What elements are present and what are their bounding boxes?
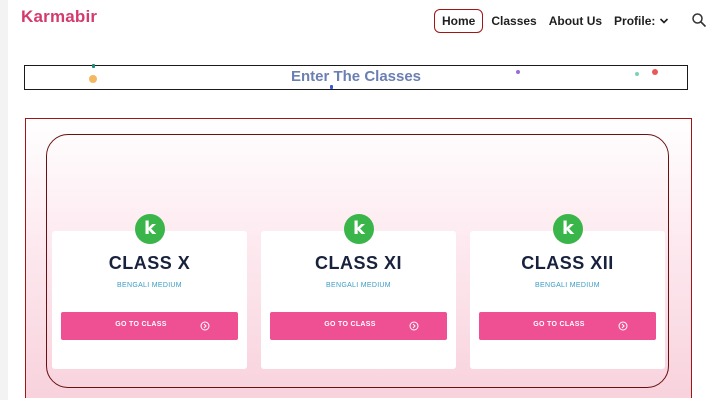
k-logo-icon: k bbox=[553, 214, 583, 244]
chevron-down-icon bbox=[660, 18, 669, 24]
nav-home[interactable]: Home bbox=[434, 9, 484, 33]
confetti-dot bbox=[330, 85, 333, 89]
nav-classes[interactable]: Classes bbox=[485, 10, 542, 32]
class-medium: BENGALI MEDIUM bbox=[117, 282, 182, 289]
class-medium: BENGALI MEDIUM bbox=[326, 282, 391, 289]
brand-logo[interactable]: Karmabir bbox=[21, 7, 97, 27]
class-card-xi: k CLASS XI BENGALI MEDIUM GO TO CLASS bbox=[261, 214, 456, 369]
go-to-class-label: GO TO CLASS bbox=[115, 321, 167, 328]
k-logo-icon: k bbox=[135, 214, 165, 244]
class-card-xii: k CLASS XII BENGALI MEDIUM GO TO CLASS bbox=[470, 214, 665, 369]
classes-banner: Enter The Classes bbox=[24, 64, 688, 90]
banner-title: Enter The Classes bbox=[290, 68, 422, 85]
arrow-circle-right-icon bbox=[618, 321, 628, 331]
go-to-class-label: GO TO CLASS bbox=[324, 321, 376, 328]
nav-about-us[interactable]: About Us bbox=[543, 10, 608, 32]
class-title: CLASS XII bbox=[521, 253, 614, 273]
nav-profile-label: Profile: bbox=[614, 14, 656, 28]
search-icon[interactable] bbox=[691, 12, 707, 28]
main-nav: Home Classes About Us Profile: bbox=[434, 9, 675, 33]
arrow-circle-right-icon bbox=[200, 321, 210, 331]
class-medium: BENGALI MEDIUM bbox=[535, 282, 600, 289]
class-title: CLASS X bbox=[108, 253, 191, 273]
classes-section: k CLASS X BENGALI MEDIUM GO TO CLASS k C… bbox=[25, 118, 692, 398]
page: Karmabir Home Classes About Us Profile: … bbox=[8, 0, 720, 400]
go-to-class-button[interactable]: GO TO CLASS bbox=[61, 312, 238, 340]
go-to-class-label: GO TO CLASS bbox=[533, 321, 585, 328]
class-card-x: k CLASS X BENGALI MEDIUM GO TO CLASS bbox=[52, 214, 247, 369]
go-to-class-button[interactable]: GO TO CLASS bbox=[479, 312, 656, 340]
k-logo-icon: k bbox=[344, 214, 374, 244]
nav-profile[interactable]: Profile: bbox=[608, 10, 675, 32]
class-title: CLASS XI bbox=[314, 253, 402, 273]
arrow-circle-right-icon bbox=[409, 321, 419, 331]
classes-panel: k CLASS X BENGALI MEDIUM GO TO CLASS k C… bbox=[46, 134, 669, 388]
go-to-class-button[interactable]: GO TO CLASS bbox=[270, 312, 447, 340]
